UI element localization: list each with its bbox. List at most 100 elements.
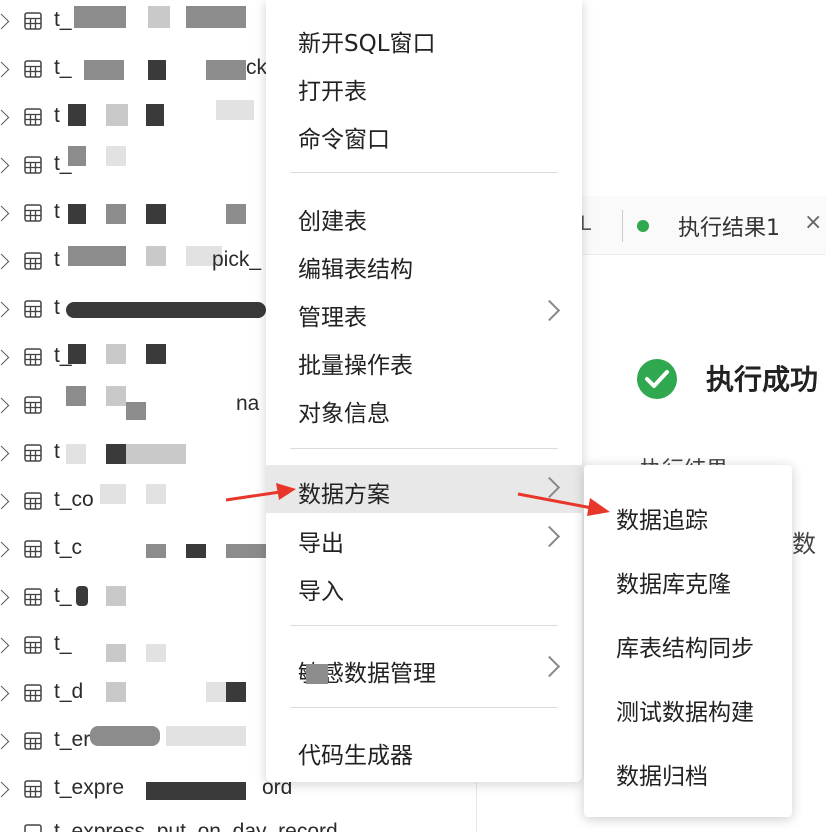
submenu-item-data-tracking[interactable]: 数据追踪 xyxy=(584,487,792,543)
redaction xyxy=(100,484,126,504)
redaction xyxy=(226,682,246,702)
table-name: t_ xyxy=(54,632,72,655)
chevron-right-icon[interactable] xyxy=(0,397,10,414)
redaction xyxy=(106,104,128,126)
submenu-item-label: 数据追踪 xyxy=(616,508,708,534)
redaction xyxy=(146,644,166,662)
chevron-right-icon[interactable] xyxy=(0,61,10,78)
chevron-right-icon[interactable] xyxy=(0,685,10,702)
menu-divider xyxy=(290,625,558,626)
chevron-right-icon[interactable] xyxy=(0,445,10,462)
redaction xyxy=(68,204,86,224)
table-icon xyxy=(24,684,42,702)
chevron-right-icon[interactable] xyxy=(0,205,10,222)
redaction xyxy=(106,586,126,606)
menu-divider xyxy=(290,172,558,173)
redaction xyxy=(68,104,86,126)
redaction xyxy=(106,644,126,662)
redaction xyxy=(106,444,126,464)
redaction xyxy=(306,664,328,684)
redaction xyxy=(84,60,124,80)
chevron-right-icon[interactable] xyxy=(0,349,10,366)
table-icon xyxy=(24,300,42,318)
menu-item-code-generator[interactable]: 代码生成器 xyxy=(266,726,582,774)
menu-item-open-table[interactable]: 打开表 xyxy=(266,62,582,110)
redaction xyxy=(226,204,246,224)
table-icon xyxy=(24,204,42,222)
result-label-fragment: 数 xyxy=(792,530,816,558)
menu-item-new-sql-window[interactable]: 新开SQL窗口 xyxy=(266,14,582,62)
table-icon xyxy=(24,492,42,510)
chevron-right-icon xyxy=(538,525,561,548)
table-name: t_co xyxy=(54,488,94,511)
chevron-right-icon[interactable] xyxy=(0,781,10,798)
menu-item-label: 打开表 xyxy=(298,79,367,105)
table-icon xyxy=(24,156,42,174)
chevron-right-icon[interactable] xyxy=(0,13,10,30)
chevron-right-icon[interactable] xyxy=(0,301,10,318)
table-icon xyxy=(24,252,42,270)
table-icon xyxy=(24,348,42,366)
redaction xyxy=(106,344,126,364)
table-name: t xyxy=(54,200,60,223)
context-menu: 新开SQL窗口 打开表 命令窗口 创建表 编辑表结构 管理表 批量操作表 对象信… xyxy=(266,0,582,782)
chevron-right-icon[interactable] xyxy=(0,637,10,654)
tab-divider xyxy=(622,210,623,242)
menu-divider xyxy=(290,707,558,708)
submenu-item-schema-sync[interactable]: 库表结构同步 xyxy=(584,615,792,671)
table-icon xyxy=(24,108,42,126)
menu-item-label: 批量操作表 xyxy=(298,353,413,379)
table-icon xyxy=(24,780,42,798)
table-icon xyxy=(24,636,42,654)
redaction xyxy=(206,60,246,80)
submenu-item-label: 数据库克隆 xyxy=(616,572,731,598)
chevron-right-icon xyxy=(538,476,561,499)
menu-item-edit-table-structure[interactable]: 编辑表结构 xyxy=(266,240,582,288)
table-name: t xyxy=(54,440,60,463)
chevron-right-icon[interactable] xyxy=(0,493,10,510)
table-icon xyxy=(24,396,42,414)
redaction xyxy=(146,544,166,558)
menu-item-create-table[interactable]: 创建表 xyxy=(266,192,582,240)
menu-divider xyxy=(290,448,558,449)
redaction xyxy=(90,726,160,746)
redaction xyxy=(68,344,86,364)
chevron-right-icon xyxy=(538,299,561,322)
redaction xyxy=(216,100,254,120)
chevron-right-icon[interactable] xyxy=(0,109,10,126)
tab-result-1[interactable]: 执行结果1 xyxy=(678,210,780,242)
chevron-right-icon[interactable] xyxy=(0,253,10,270)
menu-item-manage-table[interactable]: 管理表 xyxy=(266,288,582,336)
redaction xyxy=(66,444,86,464)
redaction xyxy=(186,6,246,28)
menu-item-label: 创建表 xyxy=(298,209,367,235)
table-name-fragment: ck xyxy=(246,56,267,79)
chevron-right-icon[interactable] xyxy=(0,733,10,750)
redaction xyxy=(226,544,266,558)
chevron-right-icon[interactable] xyxy=(0,157,10,174)
submenu-item-data-archive[interactable]: 数据归档 xyxy=(584,743,792,799)
menu-item-import[interactable]: 导入 xyxy=(266,562,582,610)
menu-item-batch-operate[interactable]: 批量操作表 xyxy=(266,336,582,384)
redaction xyxy=(146,246,166,266)
submenu-item-test-data-build[interactable]: 测试数据构建 xyxy=(584,679,792,735)
chevron-right-icon[interactable] xyxy=(0,589,10,606)
table-name: t_d xyxy=(54,680,84,703)
redaction xyxy=(106,204,126,224)
table-icon xyxy=(24,732,42,750)
menu-item-sensitive-data[interactable]: 敏感数据管理 xyxy=(266,644,582,692)
redaction xyxy=(146,204,166,224)
menu-item-export[interactable]: 导出 xyxy=(266,514,582,562)
redaction xyxy=(66,302,266,318)
menu-item-label: 导入 xyxy=(298,579,344,605)
menu-item-data-plan[interactable]: 数据方案 xyxy=(266,465,582,513)
close-icon[interactable]: × xyxy=(804,210,822,235)
table-icon xyxy=(24,588,42,606)
chevron-right-icon[interactable] xyxy=(0,541,10,558)
menu-item-object-info[interactable]: 对象信息 xyxy=(266,384,582,432)
redaction xyxy=(106,682,126,702)
menu-item-command-window[interactable]: 命令窗口 xyxy=(266,110,582,158)
redaction xyxy=(68,246,126,266)
submenu-item-database-clone[interactable]: 数据库克隆 xyxy=(584,551,792,607)
tree-row[interactable]: t_express_put_on_day_record xyxy=(0,820,450,832)
